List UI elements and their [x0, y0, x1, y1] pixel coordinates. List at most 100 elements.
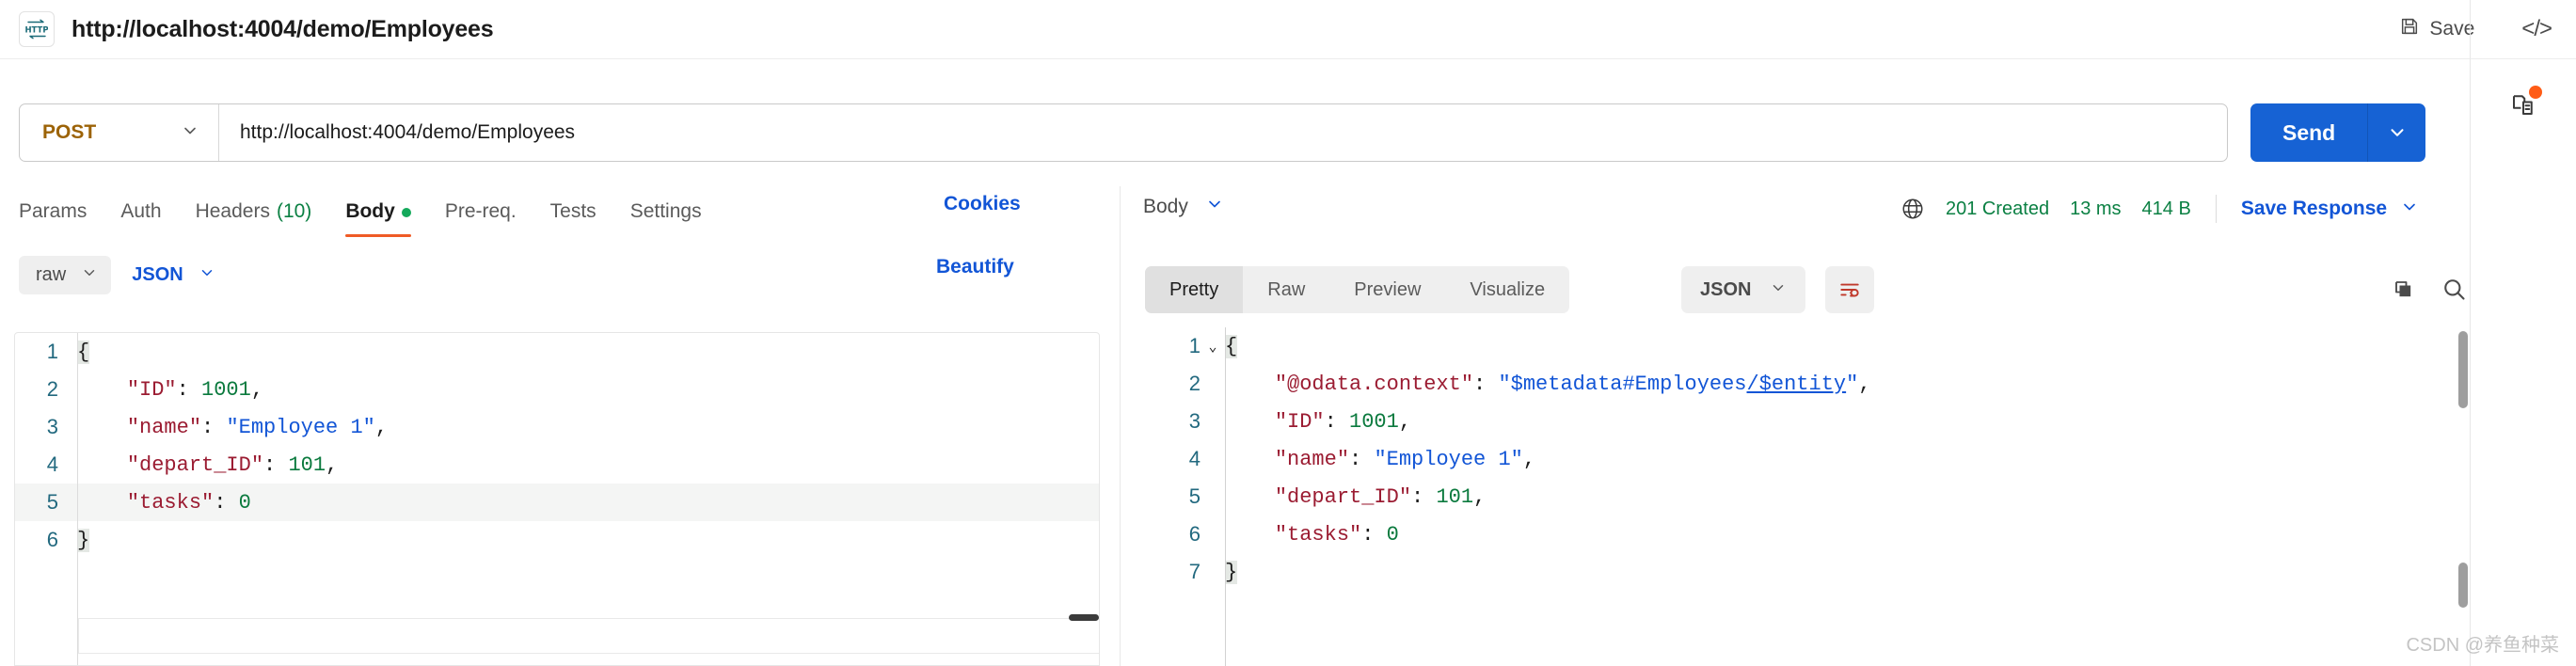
response-scrollbar-thumb-lower[interactable]	[2458, 563, 2468, 608]
request-scrollbar-thumb[interactable]	[1069, 614, 1099, 621]
code-token: /$entity	[1746, 372, 1847, 396]
save-response-button[interactable]: Save Response	[2241, 198, 2419, 221]
tab-auth[interactable]: Auth	[120, 200, 161, 234]
response-body-viewer[interactable]: 1 ⌄{2 "@odata.context": "$metadata#Employ…	[1152, 327, 2459, 666]
notification-badge	[2529, 86, 2542, 99]
code-token: {	[1225, 334, 1238, 358]
body-format-selector[interactable]: JSON	[132, 264, 215, 286]
floppy-disk-icon	[2399, 16, 2420, 42]
code-token: :	[176, 377, 202, 402]
chevron-down-icon	[2400, 198, 2419, 221]
page-title: http://localhost:4004/demo/Employees	[72, 15, 494, 42]
tab-settings[interactable]: Settings	[630, 200, 702, 234]
response-meta: 201 Created 13 ms 414 B Save Response	[1900, 195, 2419, 223]
code-text: "tasks": 0	[77, 491, 251, 515]
code-token: 0	[1386, 522, 1399, 547]
code-text: "ID": 1001,	[1225, 410, 1411, 434]
url-input[interactable]	[219, 104, 2227, 161]
line-number: 5	[46, 490, 58, 514]
code-token: :	[263, 452, 289, 477]
tab-headers[interactable]: Headers (10)	[196, 200, 312, 234]
line-number: 2	[46, 377, 58, 401]
body-type-toolbar: raw JSON	[19, 256, 215, 294]
response-body-selector[interactable]: Body	[1143, 195, 1224, 218]
response-tab-pretty[interactable]: Pretty	[1145, 266, 1244, 313]
code-text: "tasks": 0	[1225, 523, 1399, 547]
pane-divider[interactable]	[1120, 186, 1121, 666]
line-number: 6	[1188, 522, 1201, 546]
response-time: 13 ms	[2070, 198, 2122, 219]
code-text: }	[77, 528, 90, 552]
code-token: 1001	[201, 377, 251, 402]
fold-chevron-down-icon[interactable]: ⌄	[1201, 338, 1225, 356]
code-token: 1001	[1349, 409, 1399, 434]
code-token: ,	[326, 452, 339, 477]
request-body-editor[interactable]: 1{2 "ID": 1001, 3 "name": "Employee 1", 4 …	[14, 332, 1100, 666]
tab-body[interactable]: Body	[345, 200, 411, 237]
tab-tests-label: Tests	[549, 200, 596, 222]
postman-window: HTTP http://localhost:4004/demo/Employee…	[0, 0, 2576, 666]
tab-tests[interactable]: Tests	[550, 200, 596, 234]
response-view-tabs: Pretty Raw Preview Visualize	[1145, 266, 1570, 313]
line-number: 7	[1188, 560, 1201, 583]
code-line: 6 "tasks": 0	[1152, 515, 2459, 553]
new-document-icon[interactable]	[2509, 86, 2542, 123]
send-button[interactable]: Send	[2250, 103, 2368, 162]
copy-icon[interactable]	[2390, 276, 2416, 307]
response-format-selector[interactable]: JSON	[1681, 266, 1806, 313]
tab-prerequest-label: Pre-req.	[444, 200, 517, 222]
response-actions	[2390, 276, 2467, 307]
line-number: 4	[46, 452, 58, 476]
title-bar: HTTP http://localhost:4004/demo/Employee…	[0, 0, 2576, 59]
method-selector[interactable]: POST	[20, 104, 219, 161]
response-tab-visualize[interactable]: Visualize	[1445, 266, 1569, 313]
word-wrap-icon[interactable]	[1825, 266, 1874, 313]
response-tab-raw[interactable]: Raw	[1243, 266, 1329, 313]
code-token: "@odata.context"	[1274, 372, 1474, 396]
code-text: "ID": 1001,	[77, 378, 263, 402]
chevron-down-icon	[181, 121, 199, 145]
code-token: "Employee 1"	[1374, 447, 1523, 471]
status-badge: 201 Created	[1946, 198, 2050, 219]
request-tabs: Params Auth Headers (10) Body Pre-req. T…	[19, 193, 1101, 242]
tab-params[interactable]: Params	[19, 200, 87, 234]
code-token: ,	[1858, 372, 1871, 396]
tab-prerequest[interactable]: Pre-req.	[445, 200, 517, 234]
code-token: "Employee 1"	[226, 415, 375, 439]
code-token: }	[77, 528, 90, 552]
code-token: :	[201, 415, 227, 439]
code-token: :	[1324, 409, 1350, 434]
response-vertical-scrollbar[interactable]	[2458, 331, 2468, 666]
code-token: :	[1349, 447, 1375, 471]
cookies-link[interactable]: Cookies	[944, 193, 1021, 215]
code-line: 6}	[15, 521, 1099, 559]
send-options-chevron-down-icon[interactable]	[2367, 103, 2426, 162]
response-format-label: JSON	[1700, 278, 1752, 300]
tab-headers-label: Headers	[195, 200, 270, 222]
code-line: 4 "name": "Employee 1",	[1152, 440, 2459, 478]
response-tab-preview[interactable]: Preview	[1329, 266, 1445, 313]
svg-text:HTTP: HTTP	[25, 26, 48, 36]
response-scrollbar-thumb[interactable]	[2458, 331, 2468, 408]
code-token: 101	[1436, 484, 1474, 509]
tab-headers-count: (10)	[276, 200, 312, 222]
chevron-down-icon	[199, 264, 215, 286]
code-text: {	[1225, 334, 1238, 358]
body-mode-selector[interactable]: raw	[19, 256, 112, 294]
search-icon[interactable]	[2441, 276, 2467, 307]
url-bar: POST	[19, 103, 2228, 162]
http-icon: HTTP	[19, 11, 55, 47]
request-horizontal-scrollbar[interactable]	[79, 614, 1099, 621]
beautify-button[interactable]: Beautify	[936, 256, 1014, 278]
chevron-down-icon	[1205, 195, 1224, 218]
line-number: 1	[46, 340, 58, 363]
code-token: ,	[1522, 447, 1536, 471]
body-mode-label: raw	[36, 264, 67, 285]
watermark: CSDN @养鱼种菜	[2406, 635, 2559, 656]
